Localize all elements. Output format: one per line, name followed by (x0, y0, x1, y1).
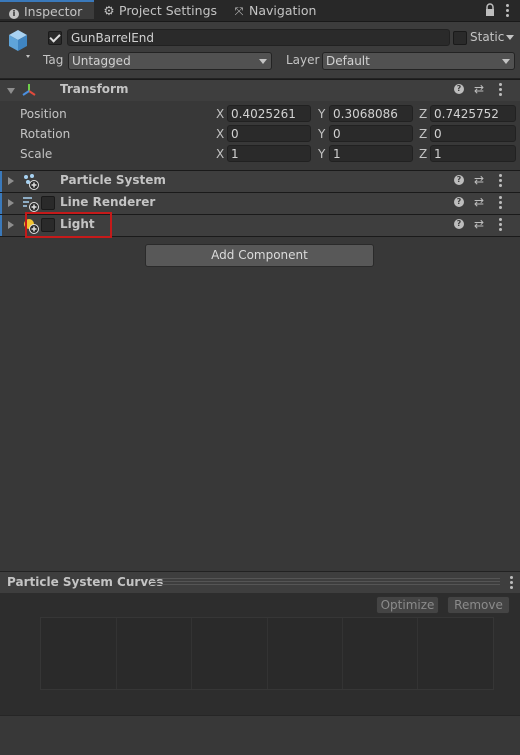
curves-footer (0, 715, 520, 755)
rotation-label: Rotation (20, 127, 71, 141)
scale-label: Scale (20, 147, 53, 161)
line-renderer-header[interactable]: Line Renderer ? ⇄ (0, 192, 520, 214)
axis-y-label[interactable]: Y (318, 127, 325, 141)
scale-z-field[interactable]: 1 (430, 145, 516, 162)
chevron-down-icon (259, 59, 267, 64)
foldout-arrow-icon[interactable] (8, 177, 14, 185)
static-dropdown-icon[interactable] (506, 35, 514, 40)
transform-title: Transform (60, 82, 129, 96)
presets-icon[interactable]: ⇄ (474, 174, 486, 186)
added-component-marker (0, 215, 2, 236)
lock-icon[interactable] (484, 3, 496, 17)
highlight-box (25, 212, 112, 238)
static-label: Static (470, 30, 505, 44)
curves-menu-icon[interactable] (510, 576, 514, 589)
tag-dropdown[interactable]: Untagged (68, 52, 272, 70)
transform-header[interactable]: Transform ? ⇄ (0, 79, 520, 101)
navigation-icon: ⤧ (234, 5, 244, 18)
gameobject-header: GunBarrelEnd Static Tag Untagged Layer D… (0, 22, 520, 79)
foldout-arrow-icon[interactable] (8, 221, 14, 229)
component-title: Line Renderer (60, 195, 156, 209)
tab-navigation[interactable]: ⤧ Navigation (232, 0, 317, 21)
help-icon[interactable]: ? (454, 197, 464, 207)
added-component-marker (0, 171, 2, 192)
rotation-x-field[interactable]: 0 (227, 125, 311, 142)
foldout-arrow-icon[interactable] (8, 199, 14, 207)
scale-x-field[interactable]: 1 (227, 145, 311, 162)
layer-dropdown[interactable]: Default (322, 52, 515, 70)
remove-button[interactable]: Remove (447, 596, 510, 614)
help-icon[interactable]: ? (454, 175, 464, 185)
axis-y-label[interactable]: Y (318, 107, 325, 121)
tab-menu-icon[interactable] (506, 4, 510, 17)
layer-label: Layer (286, 53, 320, 67)
axis-y-label[interactable]: Y (318, 147, 325, 161)
rotation-z-field[interactable]: 0 (430, 125, 516, 142)
curves-panel-title: Particle System Curves (7, 575, 164, 589)
rotation-y-field[interactable]: 0 (329, 125, 413, 142)
transform-fields: Position X 0.4025261 Y 0.3068086 Z 0.742… (0, 101, 520, 169)
axis-z-label[interactable]: Z (419, 127, 427, 141)
foldout-arrow-icon[interactable] (7, 88, 15, 94)
chevron-down-icon (502, 59, 510, 64)
gear-icon: ⚙ (103, 3, 115, 18)
context-menu-icon[interactable] (498, 174, 502, 187)
context-menu-icon[interactable] (498, 196, 502, 209)
transform-icon (21, 82, 37, 98)
static-toggle[interactable] (453, 31, 467, 45)
active-toggle[interactable] (48, 31, 62, 45)
context-menu-icon[interactable] (498, 218, 502, 231)
context-menu-icon[interactable] (498, 83, 502, 96)
position-label: Position (20, 107, 67, 121)
particle-system-header[interactable]: Particle System ? ⇄ (0, 170, 520, 192)
position-z-field[interactable]: 0.7425752 (430, 105, 516, 122)
optimize-button[interactable]: Optimize (376, 596, 439, 614)
axis-z-label[interactable]: Z (419, 147, 427, 161)
axis-x-label[interactable]: X (216, 147, 224, 161)
axis-x-label[interactable]: X (216, 127, 224, 141)
presets-icon[interactable]: ⇄ (474, 83, 486, 95)
line-renderer-enabled-toggle[interactable] (41, 196, 55, 210)
curve-graph-area[interactable] (40, 617, 494, 690)
line-renderer-icon (22, 195, 39, 212)
curves-panel-header: Particle System Curves (0, 571, 520, 594)
position-y-field[interactable]: 0.3068086 (329, 105, 413, 122)
presets-icon[interactable]: ⇄ (474, 196, 486, 208)
axis-x-label[interactable]: X (216, 107, 224, 121)
add-component-button[interactable]: Add Component (145, 244, 374, 267)
position-x-field[interactable]: 0.4025261 (227, 105, 311, 122)
gameobject-cube-icon[interactable] (7, 28, 31, 58)
info-icon: i (9, 9, 19, 19)
gameobject-name-field[interactable]: GunBarrelEnd (67, 29, 450, 46)
help-icon[interactable]: ? (454, 84, 464, 94)
tag-label: Tag (43, 53, 64, 67)
component-title: Particle System (60, 173, 166, 187)
scale-y-field[interactable]: 1 (329, 145, 413, 162)
help-icon[interactable]: ? (454, 219, 464, 229)
axis-z-label[interactable]: Z (419, 107, 427, 121)
tab-project-settings[interactable]: ⚙ Project Settings (102, 0, 217, 21)
added-component-marker (0, 193, 2, 214)
particle-system-icon (22, 173, 39, 190)
presets-icon[interactable]: ⇄ (474, 218, 486, 230)
tab-inspector[interactable]: i Inspector (0, 0, 94, 19)
tab-bar: i Inspector ⚙ Project Settings ⤧ Navigation (0, 0, 520, 22)
resize-grip[interactable] (150, 578, 500, 586)
